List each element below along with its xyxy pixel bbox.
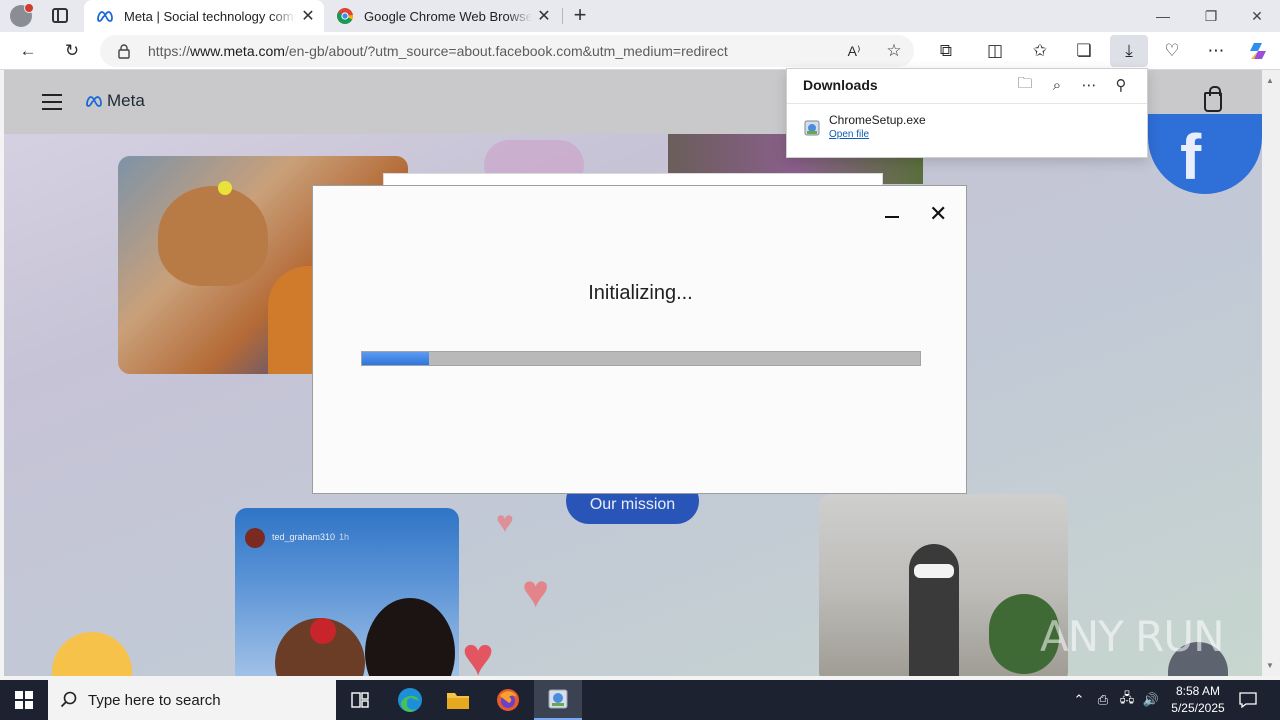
show-hidden-icons-icon[interactable]: ⌃ xyxy=(1068,680,1090,720)
browser-essentials-icon[interactable]: ♡ xyxy=(1158,37,1186,65)
clock-time: 8:58 AM xyxy=(1175,684,1221,698)
device-icon[interactable]: ⎙ xyxy=(1092,680,1114,720)
split-screen-icon[interactable]: ◫ xyxy=(981,37,1009,65)
tab-title: Meta | Social technology company xyxy=(124,8,296,24)
page-scrollbar[interactable]: ▲ ▼ xyxy=(1262,70,1280,676)
more-options-icon[interactable]: ⋯ xyxy=(1073,73,1105,97)
open-file-link[interactable]: Open file xyxy=(829,129,926,140)
divider xyxy=(787,103,1147,104)
firefox-icon[interactable] xyxy=(484,680,532,720)
download-filename: ChromeSetup.exe xyxy=(829,113,926,127)
close-window-icon[interactable]: ✕ xyxy=(1234,0,1280,32)
facebook-logo: f xyxy=(1148,114,1262,194)
progress-bar xyxy=(361,351,921,366)
edge-browser-icon[interactable] xyxy=(386,680,434,720)
back-icon[interactable]: ← xyxy=(14,37,42,65)
emoji-sticker xyxy=(52,632,132,676)
windows-taskbar: Type here to search ⌃ ⎙ 🖧 🔊 8:58 AM 5/25… xyxy=(0,680,1280,720)
close-icon[interactable]: ✕ xyxy=(929,203,947,225)
file-explorer-icon[interactable] xyxy=(434,680,482,720)
heart-icon: ♥ xyxy=(496,506,514,539)
task-view-icon[interactable] xyxy=(336,680,384,720)
address-bar[interactable]: https://www.meta.com/en-gb/about/?utm_so… xyxy=(100,35,914,67)
restore-window-icon[interactable]: ❐ xyxy=(1188,0,1234,32)
scroll-down-icon[interactable]: ▼ xyxy=(1266,661,1274,670)
pin-icon[interactable]: ⚲ xyxy=(1105,73,1137,97)
windows-logo-icon xyxy=(15,691,33,709)
meta-infinity-icon xyxy=(86,96,102,107)
vr-headset-photo xyxy=(819,494,1068,676)
brand-name: Meta xyxy=(107,91,145,110)
browser-titlebar: Meta | Social technology company ✕ Googl… xyxy=(0,0,1280,32)
network-icon[interactable]: 🖧 xyxy=(1116,680,1138,720)
open-folder-icon[interactable]: 🗀 xyxy=(1009,73,1041,97)
post-time: 1h xyxy=(339,532,350,542)
installer-file-icon xyxy=(804,120,820,136)
chrome-icon xyxy=(336,7,354,25)
refresh-icon[interactable]: ↻ xyxy=(58,37,86,65)
search-icon xyxy=(60,691,77,708)
menu-icon[interactable] xyxy=(42,94,62,110)
installer-dialog: ✕ Initializing... xyxy=(312,185,967,494)
profile-avatar-icon[interactable] xyxy=(10,3,34,27)
search-placeholder: Type here to search xyxy=(88,691,221,709)
shopping-bag-icon[interactable] xyxy=(1204,86,1222,112)
close-tab-icon[interactable]: ✕ xyxy=(296,6,320,26)
minimize-window-icon[interactable]: ― xyxy=(1140,0,1186,32)
taskbar-clock[interactable]: 8:58 AM 5/25/2025 xyxy=(1160,683,1236,717)
downloads-title: Downloads xyxy=(803,77,878,93)
tab-meta[interactable]: Meta | Social technology company ✕ xyxy=(84,0,324,32)
browser-toolbar: ← ↻ https://www.meta.com/en-gb/about/?ut… xyxy=(0,32,1280,70)
search-icon[interactable]: ⌕ xyxy=(1041,73,1073,97)
read-aloud-icon[interactable]: A⁾ xyxy=(840,37,868,65)
tab-actions-icon[interactable] xyxy=(52,8,68,23)
heart-icon: ♥ xyxy=(462,627,495,676)
watermark: ANY RUN xyxy=(1040,612,1224,661)
lock-icon xyxy=(118,44,130,59)
minimize-icon[interactable] xyxy=(885,208,899,224)
instagram-post-photo: ted_graham310 1h xyxy=(235,508,459,676)
new-tab-icon[interactable]: + xyxy=(568,4,592,28)
meta-icon xyxy=(96,7,114,25)
meta-logo[interactable]: Meta xyxy=(84,91,145,111)
installer-status-text: Initializing... xyxy=(588,282,693,304)
download-item[interactable]: ChromeSetup.exe Open file xyxy=(803,113,926,140)
avatar xyxy=(245,528,265,548)
close-tab-icon[interactable]: ✕ xyxy=(532,6,556,26)
extensions-icon[interactable]: ⧉ xyxy=(932,37,960,65)
tab-chrome-download[interactable]: Google Chrome Web Browser: Fi... ✕ xyxy=(324,0,560,32)
favorites-icon[interactable]: ✩ xyxy=(1026,37,1054,65)
start-button[interactable] xyxy=(0,680,48,720)
copilot-icon[interactable] xyxy=(1244,37,1272,65)
taskbar-search[interactable]: Type here to search xyxy=(48,680,336,720)
installer-app-icon[interactable] xyxy=(534,680,582,720)
downloads-flyout: Downloads 🗀 ⌕ ⋯ ⚲ ChromeSetup.exe Open f… xyxy=(786,68,1148,158)
downloads-icon[interactable]: ⤓ xyxy=(1110,35,1148,67)
url-text: https://www.meta.com/en-gb/about/?utm_so… xyxy=(148,43,728,59)
tab-title: Google Chrome Web Browser: Fi... xyxy=(364,8,532,24)
post-username: ted_graham310 xyxy=(272,532,336,542)
scroll-up-icon[interactable]: ▲ xyxy=(1266,76,1274,85)
volume-icon[interactable]: 🔊 xyxy=(1140,680,1162,720)
favorite-star-icon[interactable]: ☆ xyxy=(880,37,908,65)
progress-fill xyxy=(362,352,429,365)
collections-icon[interactable]: ❏ xyxy=(1070,37,1098,65)
heart-icon: ♥ xyxy=(522,565,550,617)
clock-date: 5/25/2025 xyxy=(1171,701,1225,715)
tab-divider xyxy=(562,8,563,24)
notifications-icon[interactable] xyxy=(1236,680,1260,720)
settings-more-icon[interactable]: ⋯ xyxy=(1202,37,1230,65)
